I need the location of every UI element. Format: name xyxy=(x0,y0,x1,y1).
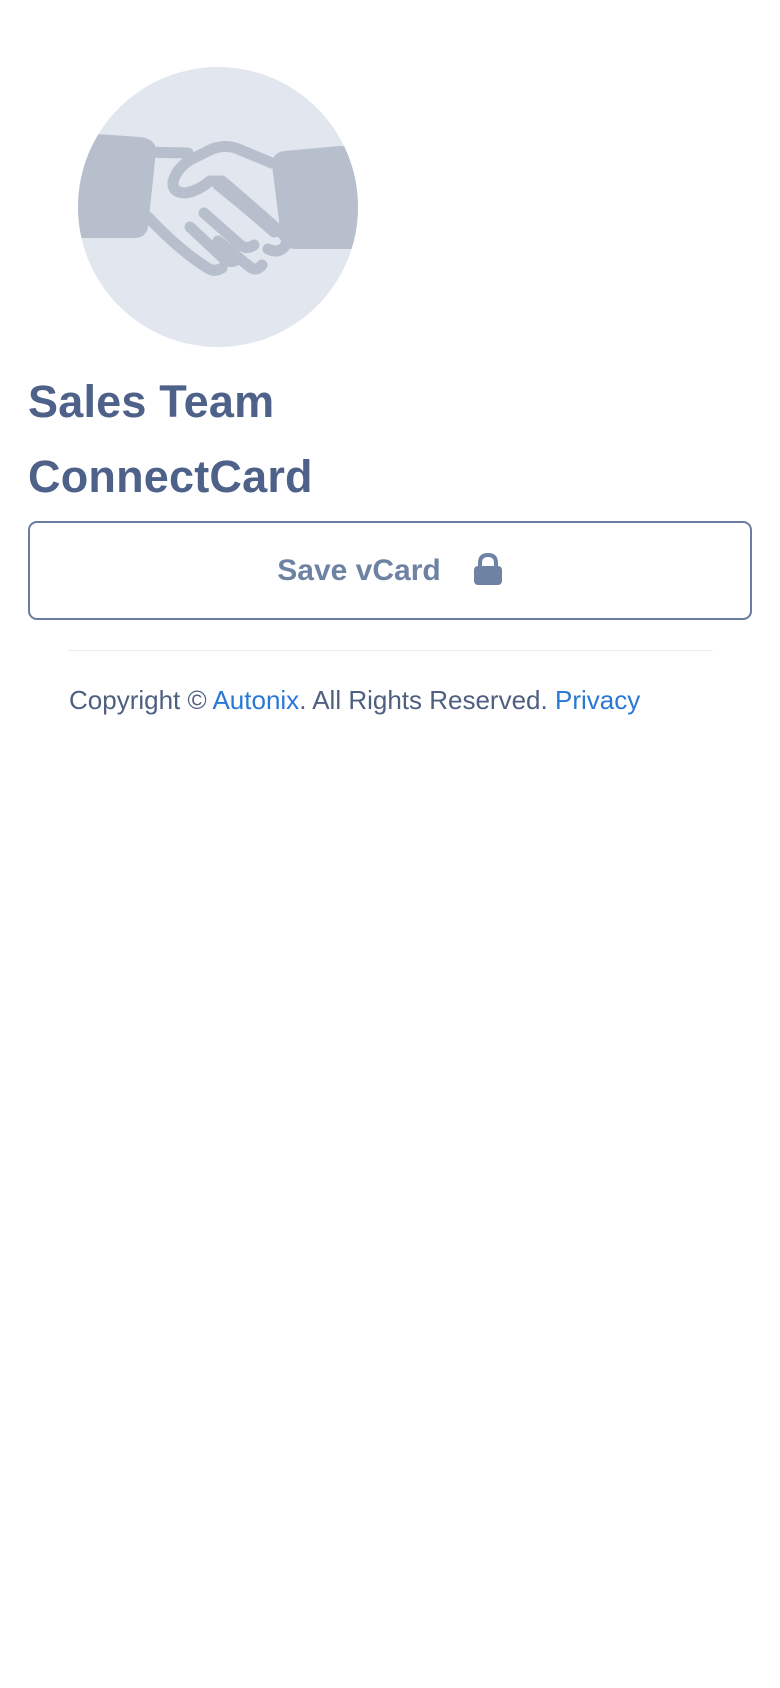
profile-avatar xyxy=(78,67,358,347)
save-vcard-button[interactable]: Save vCard xyxy=(28,521,752,620)
footer: Copyright © Autonix. All Rights Reserved… xyxy=(69,682,769,718)
rights-text: . All Rights Reserved. xyxy=(299,685,548,715)
profile-title: Sales Team ConnectCard xyxy=(28,364,748,514)
page: Sales Team ConnectCard Save vCard Copyri… xyxy=(0,0,780,1688)
handshake-icon xyxy=(78,134,358,276)
save-vcard-label: Save vCard xyxy=(277,553,441,587)
title-line-2: ConnectCard xyxy=(28,451,313,502)
company-link[interactable]: Autonix xyxy=(212,685,299,715)
privacy-link[interactable]: Privacy xyxy=(555,685,640,715)
copyright-text: Copyright © xyxy=(69,685,207,715)
lock-icon xyxy=(473,552,502,585)
title-line-1: Sales Team xyxy=(28,376,275,427)
footer-divider xyxy=(68,650,713,651)
